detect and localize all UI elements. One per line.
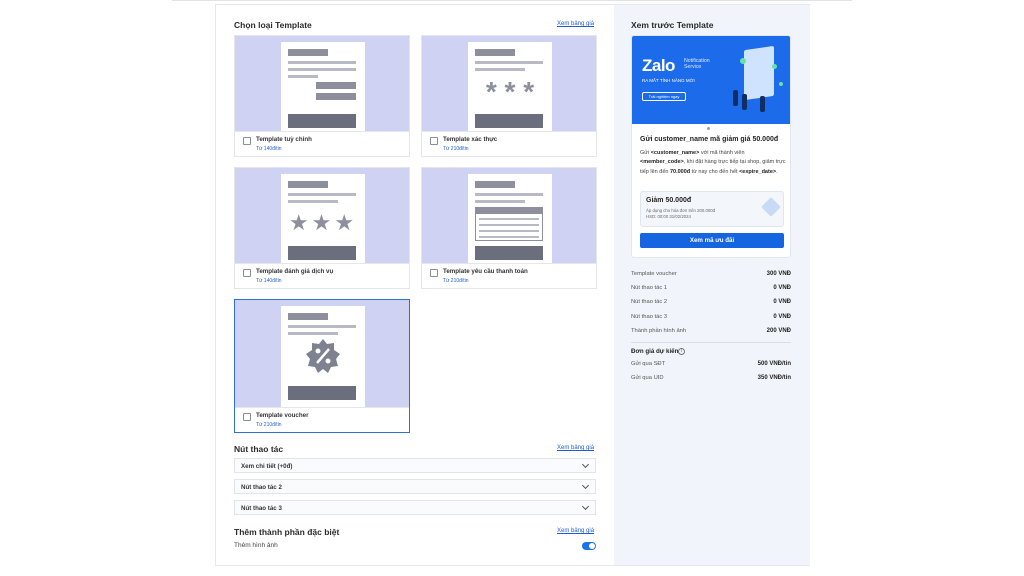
card-name: Template đánh giá dịch vụ — [256, 268, 334, 275]
chevron-down-icon — [581, 502, 590, 511]
card-price: Từ 210đ/tin — [443, 146, 469, 152]
estimate-row: Gửi qua UID 350 VNĐ/tin — [631, 375, 791, 381]
template-card-rating[interactable]: ★★★ Template đánh giá dịch vụ Từ 140đ/ti… — [234, 167, 410, 289]
extra-components-title: Thêm thành phần đặc biệt — [234, 527, 340, 537]
person-figure — [742, 94, 747, 110]
card-price: Từ 210đ/tin — [443, 278, 469, 284]
action-button-3-dropdown[interactable]: Nút thao tác 3 — [234, 500, 596, 515]
template-builder: Chọn loại Template Xem bảng giá Template… — [215, 4, 810, 566]
zalo-logo: Zalo — [642, 56, 675, 75]
cost-row: Nút thao tác 30 VNĐ — [631, 314, 791, 320]
card-name: Template voucher — [256, 412, 309, 419]
chevron-down-icon — [581, 460, 590, 469]
card-name: Template yêu cầu thanh toán — [443, 268, 528, 275]
person-figure — [760, 96, 765, 112]
template-paper — [281, 306, 365, 407]
star-rating-icon: ★★★ — [288, 211, 358, 236]
rating-template-icon — [243, 269, 251, 277]
banner-illustration — [744, 45, 774, 101]
template-paper — [281, 42, 365, 131]
message-body: Gửi <customer_name> với mã thành viên <m… — [640, 150, 786, 175]
cost-row: Nút thao tác 20 VNĐ — [631, 299, 791, 305]
action-buttons-title: Nút thao tác — [234, 444, 284, 454]
carousel-indicator — [707, 127, 710, 130]
template-card-payment[interactable]: Template yêu cầu thanh toán Từ 210đ/tin — [421, 167, 597, 289]
add-image-label: Thêm hình ảnh — [234, 542, 278, 549]
preview-panel: Xem trước Template Zalo Notification Ser… — [614, 5, 810, 565]
action-pricing-link[interactable]: Xem bảng giá — [557, 445, 594, 451]
cost-divider — [631, 342, 791, 343]
info-icon[interactable]: i — [678, 348, 685, 355]
top-divider — [172, 0, 852, 1]
cost-row: Template voucher 300 VNĐ — [631, 271, 791, 277]
payment-template-icon — [430, 269, 438, 277]
person-figure — [733, 90, 738, 106]
promo-banner: Zalo Notification Service RA MẮT TÍNH NĂ… — [632, 36, 790, 124]
template-paper: * * * — [468, 42, 552, 131]
decor-dot — [772, 64, 777, 69]
template-pricing-link[interactable]: Xem bảng giá — [557, 21, 594, 27]
template-type-title: Chọn loại Template — [234, 20, 312, 30]
decor-dot — [779, 82, 783, 86]
action-button-2-dropdown[interactable]: Nút thao tác 2 — [234, 479, 596, 494]
dropdown-label: Nút thao tác 3 — [241, 504, 282, 512]
coupon-condition: Áp dụng cho hóa đơn trên 200.000đ — [646, 208, 715, 213]
template-card-voucher[interactable]: Template voucher Từ 210đ/tin — [234, 299, 410, 433]
dropdown-label: Xem chi tiết (+0đ) — [241, 462, 293, 470]
coupon-expiry: HSD: 00:00 31/02/2024 — [646, 214, 691, 219]
card-name: Template xác thực — [443, 136, 498, 143]
card-price: Từ 140đ/tin — [256, 278, 282, 284]
cost-row: Nút thao tác 10 VNĐ — [631, 285, 791, 291]
coupon-title: Giảm 50.000đ — [646, 197, 692, 204]
template-thumbnail — [235, 300, 409, 407]
toggle-knob — [589, 543, 595, 549]
custom-template-icon — [243, 137, 251, 145]
config-panel: Chọn loại Template Xem bảng giá Template… — [216, 5, 614, 565]
message-title: Gửi customer_name mã giảm giá 50.000đ — [640, 136, 779, 143]
estimate-title: Đơn giá dự kiến — [631, 348, 679, 355]
discount-badge-icon — [306, 339, 340, 373]
template-thumbnail — [422, 168, 596, 263]
template-paper — [468, 174, 552, 263]
card-price: Từ 140đ/tin — [256, 146, 282, 152]
auth-template-icon — [430, 137, 438, 145]
dropdown-label: Nút thao tác 2 — [241, 483, 282, 491]
banner-tagline: RA MẮT TÍNH NĂNG MỚI — [642, 78, 695, 83]
decor-dot — [740, 58, 746, 64]
template-paper: ★★★ — [281, 174, 365, 263]
preview-title: Xem trước Template — [631, 20, 714, 30]
extra-pricing-link[interactable]: Xem bảng giá — [557, 528, 594, 534]
template-thumbnail: ★★★ — [235, 168, 409, 263]
banner-try-button: Trải nghiệm ngay — [642, 92, 686, 101]
card-name: Template tuỳ chỉnh — [256, 136, 312, 143]
view-voucher-button[interactable]: Xem mã ưu đãi — [640, 233, 784, 248]
banner-service: Notification Service — [684, 58, 710, 70]
message-preview-card: Zalo Notification Service RA MẮT TÍNH NĂ… — [631, 35, 791, 258]
asterisk-code-icon: * * * — [485, 76, 535, 107]
template-thumbnail: * * * — [422, 36, 596, 131]
tag-icon — [761, 197, 781, 217]
payment-table-icon — [475, 207, 543, 241]
voucher-template-icon — [243, 413, 251, 421]
template-card-custom[interactable]: Template tuỳ chỉnh Từ 140đ/tin — [234, 35, 410, 157]
template-card-authentication[interactable]: * * * Template xác thực Từ 210đ/tin — [421, 35, 597, 157]
cost-row: Thành phần hình ảnh 200 VNĐ — [631, 328, 791, 334]
template-thumbnail — [235, 36, 409, 131]
coupon-box: Giảm 50.000đ Áp dụng cho hóa đơn trên 20… — [640, 191, 784, 227]
chevron-down-icon — [581, 481, 590, 490]
card-price: Từ 210đ/tin — [256, 422, 282, 428]
add-image-toggle[interactable] — [582, 542, 596, 550]
estimate-row: Gửi qua SĐT 500 VNĐ/tin — [631, 361, 791, 367]
action-button-1-dropdown[interactable]: Xem chi tiết (+0đ) — [234, 458, 596, 473]
